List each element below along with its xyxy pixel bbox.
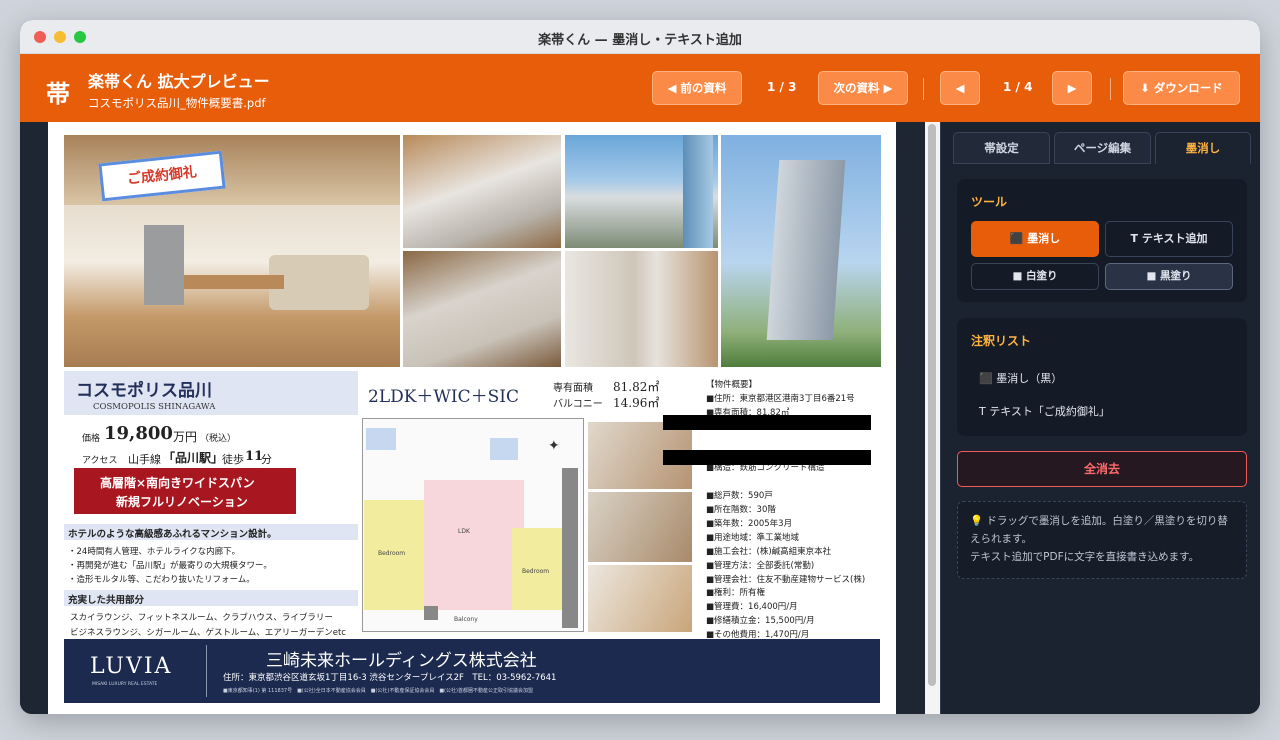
tower-photo bbox=[721, 135, 881, 367]
area-label: 専有面積 bbox=[553, 383, 593, 394]
tab-redaction[interactable]: 墨消し bbox=[1155, 132, 1251, 164]
footer-brand: LUVIA bbox=[90, 654, 173, 679]
access-label: アクセス bbox=[82, 456, 118, 466]
outline-row bbox=[706, 434, 894, 448]
tab-band-settings[interactable]: 帯設定 bbox=[953, 132, 1050, 164]
price-tax: （税込） bbox=[200, 434, 237, 444]
app-window: 楽帯くん — 墨消し・テキスト追加 帯 楽帯くん 拡大プレビュー コスモポリス品… bbox=[20, 20, 1260, 714]
bedroom-photo bbox=[588, 565, 692, 632]
app-header: 帯 楽帯くん 拡大プレビュー コスモポリス品川_物件概要書.pdf ◀ 前の資料… bbox=[20, 54, 1260, 122]
balcony-value: 14.96㎡ bbox=[613, 396, 660, 410]
page-counter: 1 / 4 bbox=[1003, 80, 1033, 94]
access-station: 「品川駅」 bbox=[163, 451, 224, 465]
compass-icon: ✦ bbox=[548, 438, 560, 454]
outline-row: ■用途地域：準工業地域 bbox=[706, 532, 800, 543]
prev-document-button[interactable]: ◀ 前の資料 bbox=[652, 71, 742, 105]
file-name: コスモポリス品川_物件概要書.pdf bbox=[88, 96, 266, 110]
header-separator bbox=[1110, 78, 1111, 100]
section-heading-2: 充実した共用部分 bbox=[68, 595, 145, 606]
outline-title: 【物件概要】 bbox=[706, 380, 758, 390]
outline-row: ■権利：所有権 bbox=[706, 588, 766, 599]
price-unit: 万円 bbox=[173, 430, 198, 444]
redact-tool-button[interactable]: ⬛ 墨消し bbox=[971, 221, 1099, 257]
redaction-box[interactable] bbox=[663, 450, 871, 465]
outline-row: ■修繕積立金：15,500円/月 bbox=[706, 616, 815, 627]
floor-label: Bedroom bbox=[378, 550, 406, 557]
next-page-button[interactable]: ▶ bbox=[1052, 71, 1092, 105]
app-title: 楽帯くん 拡大プレビュー bbox=[88, 72, 270, 91]
dining-photo bbox=[403, 251, 561, 367]
outline-row: ■築年数：2005年3月 bbox=[706, 519, 793, 530]
washroom-photo bbox=[588, 492, 692, 562]
footer-address: 住所：東京都渋谷区道玄坂1丁目16-3 渋谷センタープレイス2F TEL：03-… bbox=[223, 673, 557, 683]
header-separator bbox=[923, 78, 924, 100]
next-document-button[interactable]: 次の資料 ▶ bbox=[818, 71, 908, 105]
annotations-title: 注釈リスト bbox=[971, 334, 1032, 348]
shared-facilities-2: ビジネスラウンジ、シガールーム、ゲストルーム、エアリーガーデンetc bbox=[70, 628, 346, 638]
property-outline: ■住所：東京都港区港南3丁目6番21号■専有面積：81.82㎡■間取：2LDK+… bbox=[706, 392, 894, 656]
floor-label: LDK bbox=[458, 528, 470, 535]
access-unit: 分 bbox=[261, 453, 272, 466]
access-walk: 徒歩 bbox=[222, 453, 244, 466]
tab-page-edit[interactable]: ページ編集 bbox=[1054, 132, 1151, 164]
footer-company: 三崎未来ホールディングス株式会社 bbox=[266, 651, 537, 671]
annotation-item[interactable]: ⬛ 墨消し（黒） bbox=[979, 370, 1062, 386]
shared-facilities-1: スカイラウンジ、フィットネスルーム、クラブハウス、ライブラリー bbox=[70, 613, 333, 623]
pdf-page[interactable]: ご成約御礼 コスモポリス品川 COSMOPOLIS SHINAGAWA 2LDK… bbox=[48, 122, 896, 714]
city-view-photo bbox=[565, 135, 718, 248]
area-value: 81.82㎡ bbox=[613, 380, 660, 394]
hallway-photo bbox=[565, 251, 718, 367]
clear-all-button[interactable]: 全消去 bbox=[957, 451, 1247, 487]
window-title: 楽帯くん — 墨消し・テキスト追加 bbox=[538, 33, 742, 48]
access-line: 山手線 bbox=[128, 453, 161, 466]
balcony-label: バルコニー bbox=[553, 399, 603, 410]
price-value: 19,800 bbox=[104, 423, 173, 444]
floor-plan: LDK Bedroom Bedroom Balcony ✦ bbox=[362, 418, 584, 632]
black-fill-button[interactable]: ■ 黒塗り bbox=[1105, 263, 1233, 290]
kitchen-photo bbox=[403, 135, 561, 248]
side-panel: 帯設定 ページ編集 墨消し ツール ⬛ 墨消し T テキスト追加 ■ 白塗り ■… bbox=[940, 122, 1260, 714]
annotations-card: 注釈リスト ⬛ 墨消し（黒） T テキスト「ご成約御礼」 bbox=[957, 318, 1247, 436]
hint-text: テキスト追加でPDFに文字を直接書き込めます。 bbox=[970, 551, 1200, 563]
footer-divider bbox=[206, 645, 207, 697]
section-heading-1: ホテルのような高級感あふれるマンション設計。 bbox=[68, 529, 277, 540]
document-counter: 1 / 3 bbox=[767, 80, 797, 94]
footer-license: ■東京都知事(1) 第 111837号 ■(公社)全日本不動産協会会員 ■(公社… bbox=[223, 688, 533, 694]
banner-line1: 高層階×南向きワイドスパン bbox=[100, 476, 255, 490]
property-name-en: COSMOPOLIS SHINAGAWA bbox=[93, 402, 216, 412]
property-name: コスモポリス品川 bbox=[76, 381, 212, 401]
outline-row: ■所在階数：30階 bbox=[706, 505, 776, 516]
footer-brand-sub: MISAKI LUXURY REAL ESTATE bbox=[92, 682, 158, 687]
layout-type: 2LDK＋WIC＋SIC bbox=[368, 387, 519, 407]
bullet-item: ・24時間有人管理、ホテルライクな内廊下。 bbox=[68, 547, 241, 557]
text-tool-button[interactable]: T テキスト追加 bbox=[1105, 221, 1233, 257]
scrollbar-thumb[interactable] bbox=[928, 124, 936, 686]
bullet-item: ・造形モルタル等、こだわり抜いたリフォーム。 bbox=[68, 575, 255, 585]
floor-label: Balcony bbox=[454, 616, 478, 623]
app-logo: 帯 bbox=[46, 80, 70, 108]
white-fill-button[interactable]: ■ 白塗り bbox=[971, 263, 1099, 290]
outline-row: ■総戸数：590戸 bbox=[706, 491, 773, 502]
outline-row: ■管理方法：全部委託(常勤) bbox=[706, 560, 815, 571]
outline-row: ■管理費：16,400円/月 bbox=[706, 602, 798, 613]
tools-card: ツール ⬛ 墨消し T テキスト追加 ■ 白塗り ■ 黒塗り bbox=[957, 179, 1247, 302]
download-button[interactable]: ⬇ ダウンロード bbox=[1123, 71, 1240, 105]
outline-row: ■住所：東京都港区港南3丁目6番21号 bbox=[706, 394, 855, 404]
annotation-item[interactable]: T テキスト「ご成約御礼」 bbox=[979, 403, 1110, 419]
hint-text: 💡 ドラッグで墨消しを追加。白塗り／黒塗りを切り替えられます。 bbox=[970, 515, 1228, 545]
outline-row: ■管理会社：住友不動産建物サービス(株) bbox=[706, 574, 866, 585]
redaction-box[interactable] bbox=[663, 415, 871, 430]
outline-row: ■施工会社：(株)鹹高組東京本社 bbox=[706, 546, 832, 557]
window-titlebar: 楽帯くん — 墨消し・テキスト追加 bbox=[20, 20, 1260, 54]
viewer-scrollbar[interactable] bbox=[925, 122, 940, 714]
pdf-viewer[interactable]: ご成約御礼 コスモポリス品川 COSMOPOLIS SHINAGAWA 2LDK… bbox=[20, 122, 940, 714]
hint-box: 💡 ドラッグで墨消しを追加。白塗り／黒塗りを切り替えられます。 テキスト追加でP… bbox=[957, 501, 1247, 579]
price-label: 価格 bbox=[82, 434, 101, 444]
outline-row bbox=[706, 475, 894, 489]
banner-line2: 新規フルリノベーション bbox=[116, 495, 248, 509]
bullet-item: ・再開発が進む「品川駅」が最寄りの大規模タワー。 bbox=[68, 561, 272, 571]
tools-title: ツール bbox=[971, 195, 1008, 209]
floor-label: Bedroom bbox=[522, 568, 550, 575]
prev-page-button[interactable]: ◀ bbox=[940, 71, 980, 105]
